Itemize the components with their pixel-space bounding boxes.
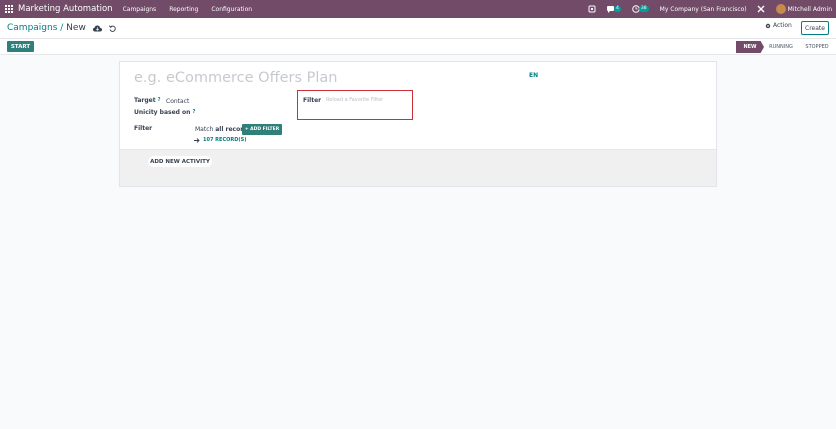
match-prefix: Match (195, 126, 214, 133)
form-statusbar: START NEW RUNNING STOPPED (0, 38, 836, 55)
stage-stopped[interactable]: STOPPED (801, 41, 833, 53)
add-new-activity-button[interactable]: ADD NEW ACTIVITY (148, 156, 212, 167)
menu-reporting[interactable]: Reporting (169, 6, 198, 13)
create-button[interactable]: Create (801, 21, 829, 35)
control-panel: Campaigns / New Action (0, 18, 836, 38)
messages-count-badge: 4 (614, 6, 621, 12)
favorite-filter-box (297, 90, 413, 120)
action-menu-button[interactable]: Action (765, 22, 792, 29)
breadcrumb-separator: / (57, 23, 67, 33)
target-label: Target ? (134, 97, 161, 104)
breadcrumb: Campaigns / New (7, 23, 86, 33)
menu-campaigns[interactable]: Campaigns (123, 6, 157, 13)
language-button[interactable]: EN (529, 72, 538, 79)
records-link[interactable]: 107 RECORD(S) (194, 137, 247, 143)
save-cloud-icon[interactable] (92, 25, 102, 32)
arrow-right-icon (194, 137, 200, 143)
activities-area (120, 149, 716, 186)
menu-configuration[interactable]: Configuration (211, 6, 252, 13)
gear-icon (765, 23, 771, 28)
target-help-mark[interactable]: ? (158, 97, 161, 103)
unicity-label-text: Unicity based on (134, 109, 191, 116)
target-label-text: Target (134, 97, 156, 104)
messages-button[interactable]: 4 (607, 5, 621, 13)
user-avatar[interactable] (775, 4, 786, 14)
company-switcher[interactable]: My Company (San Francisco) (660, 6, 747, 13)
unicity-help-mark[interactable]: ? (193, 109, 196, 115)
discard-undo-icon[interactable] (108, 24, 116, 32)
filter-label: Filter (134, 125, 153, 132)
action-label: Action (773, 22, 792, 29)
records-count: 107 RECORD(S) (203, 137, 247, 143)
unicity-label: Unicity based on ? (134, 109, 195, 116)
top-navbar: Marketing Automation Campaigns Reporting… (0, 0, 836, 18)
target-field[interactable]: Contact (166, 98, 189, 105)
favorite-filter-label: Filter (303, 97, 322, 104)
user-menu[interactable]: Mitchell Admin (788, 6, 832, 13)
breadcrumb-parent[interactable]: Campaigns (7, 23, 57, 33)
stage-running[interactable]: RUNNING (764, 41, 798, 53)
start-button[interactable]: START (7, 41, 34, 52)
breadcrumb-current: New (66, 23, 86, 33)
favorite-filter-input[interactable]: Reload a Favorite Filter (326, 97, 383, 103)
campaign-name-input[interactable]: e.g. eCommerce Offers Plan (134, 70, 337, 86)
activities-button[interactable]: 38 (632, 5, 649, 13)
phone-icon[interactable] (588, 5, 596, 13)
activities-count-badge: 38 (638, 6, 649, 12)
add-filter-button[interactable]: + ADD FILTER (242, 124, 282, 135)
debug-tools-icon[interactable] (757, 5, 765, 13)
stage-new[interactable]: NEW (736, 41, 764, 53)
apps-menu-icon[interactable] (0, 0, 18, 18)
app-title[interactable]: Marketing Automation (18, 4, 113, 14)
